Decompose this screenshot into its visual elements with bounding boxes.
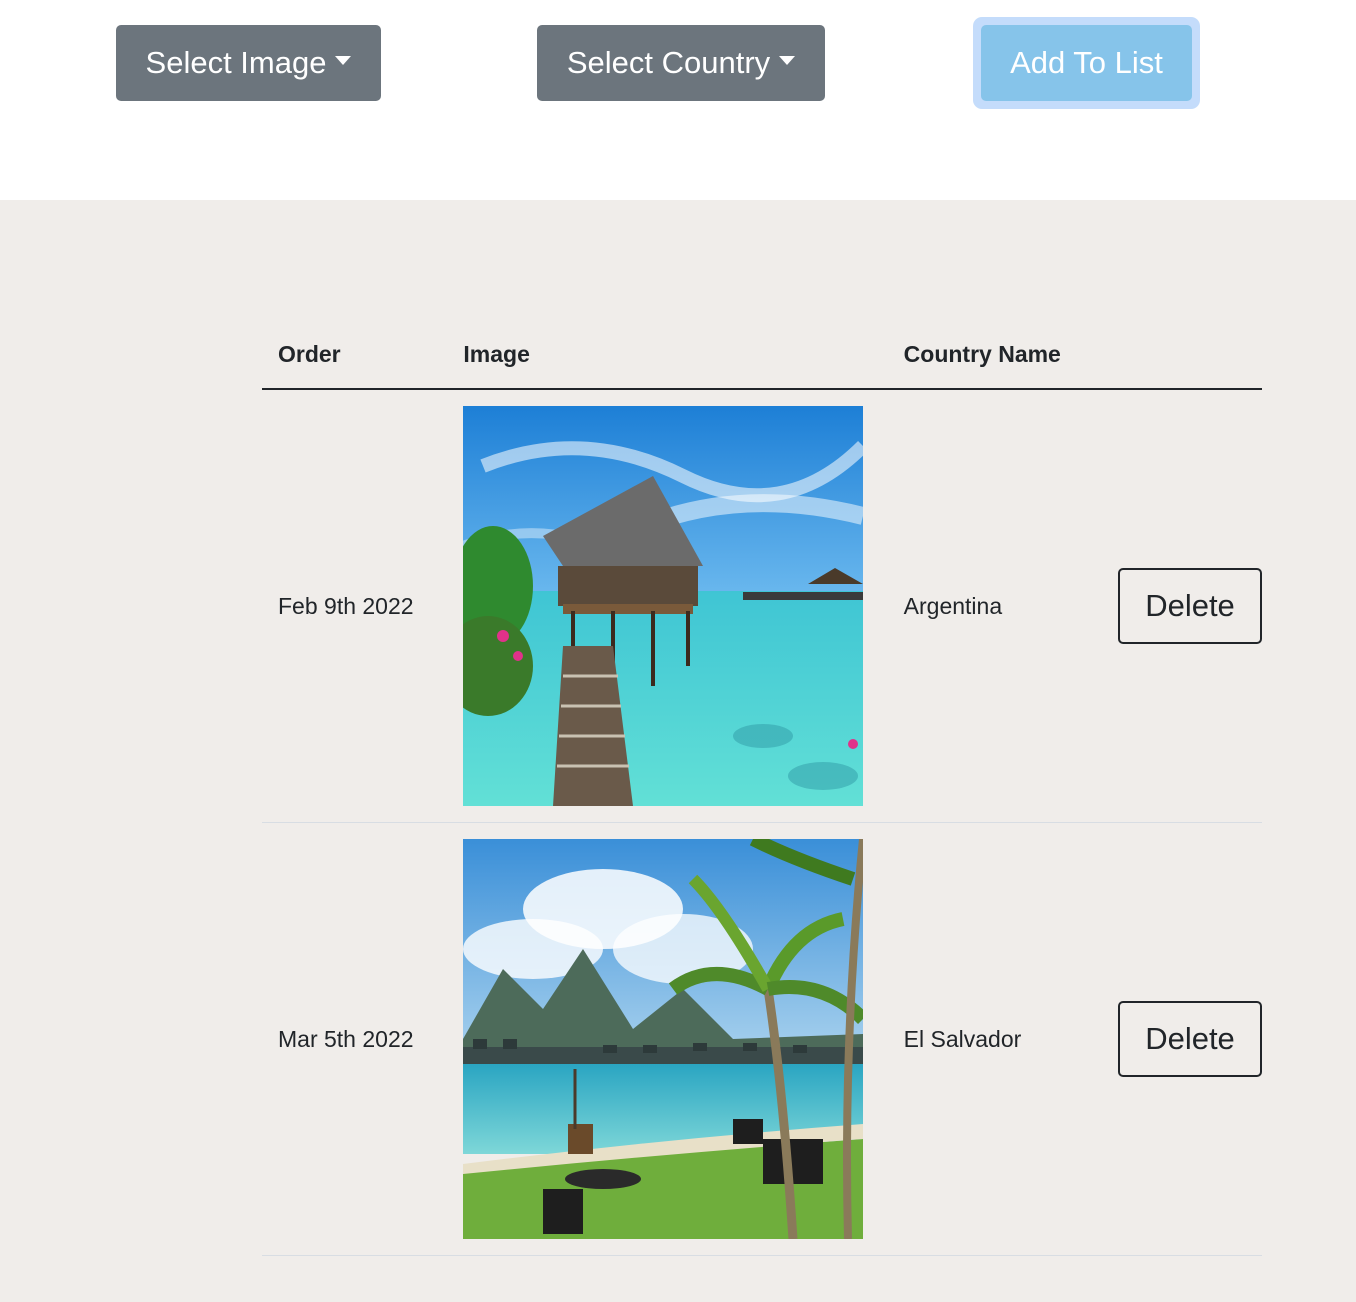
header-order: Order xyxy=(262,321,448,390)
order-date: Mar 5th 2022 xyxy=(262,822,448,1256)
toolbar: Select Image Select Country Add To List xyxy=(0,0,1356,200)
table-row: Mar 5th 2022 El Salvador Delete xyxy=(262,822,1262,1256)
table-header-row: Order Image Country Name xyxy=(262,321,1262,390)
caret-down-icon xyxy=(779,55,796,65)
country-name: Argentina xyxy=(887,389,1082,823)
header-country: Country Name xyxy=(887,321,1082,390)
order-date: Feb 9th 2022 xyxy=(262,389,448,823)
list-section: Order Image Country Name Feb 9th 2022 Ar… xyxy=(0,200,1356,1302)
add-to-list-button[interactable]: Add To List xyxy=(981,25,1192,101)
select-image-dropdown[interactable]: Select Image xyxy=(116,25,381,101)
header-actions xyxy=(1082,321,1262,390)
table-row: Feb 9th 2022 Argentina Delete xyxy=(262,389,1262,823)
caret-down-icon xyxy=(335,55,352,65)
delete-button[interactable]: Delete xyxy=(1118,1001,1262,1077)
select-image-label: Select Image xyxy=(145,45,327,80)
entries-table: Order Image Country Name Feb 9th 2022 Ar… xyxy=(262,321,1262,1256)
header-image: Image xyxy=(447,321,888,390)
overwater-pavilion-photo xyxy=(463,406,864,806)
delete-button[interactable]: Delete xyxy=(1118,568,1262,644)
country-name: El Salvador xyxy=(887,822,1082,1256)
select-country-dropdown[interactable]: Select Country xyxy=(537,25,825,101)
palm-beach-bungalows-photo xyxy=(463,839,864,1239)
select-country-label: Select Country xyxy=(566,45,771,80)
